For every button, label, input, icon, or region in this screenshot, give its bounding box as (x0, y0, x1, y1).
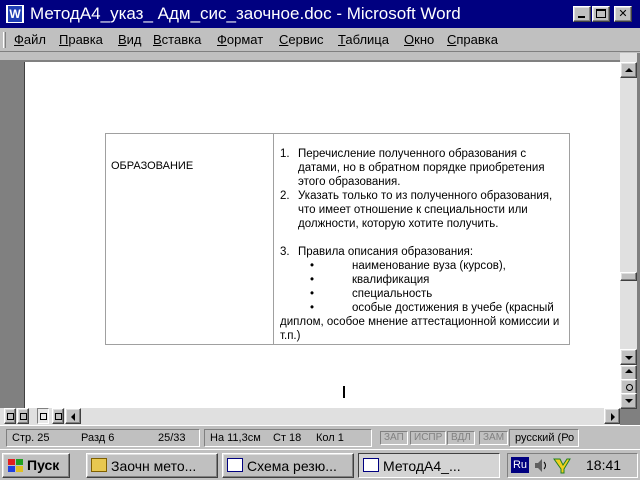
close-button[interactable]: ✕ (614, 6, 632, 22)
maximize-button[interactable] (592, 6, 610, 22)
browse-object-icon (626, 384, 633, 391)
web-view-button[interactable] (17, 408, 29, 424)
title-bar[interactable]: W МетодА4_указ_ Адм_сис_заочное.doc - Mi… (0, 0, 640, 28)
list-text: Указать только то из полученного образов… (298, 190, 553, 230)
status-page-panel[interactable]: Стр. 25 Разд 6 25/33 (6, 429, 200, 447)
arrow-up-icon (625, 68, 633, 72)
scroll-up-button[interactable] (620, 62, 637, 78)
scroll-down-button[interactable] (620, 349, 637, 365)
bullet-icon: • (310, 288, 315, 300)
status-at: На 11,3см (210, 432, 261, 444)
normal-view-icon (7, 413, 14, 420)
menu-grip[interactable] (3, 32, 6, 48)
windows-logo-icon (8, 459, 24, 473)
bullet-text: наименование вуза (курсов), (352, 260, 506, 272)
language-indicator[interactable]: Ru (511, 457, 529, 473)
document-page[interactable]: ОБРАЗОВАНИЕ 1. Перечисление полученного … (24, 62, 620, 409)
status-col: Кол 1 (316, 432, 344, 444)
system-tray: Ru 18:41 (507, 453, 638, 478)
status-position-panel[interactable]: На 11,3см Ст 18 Кол 1 (204, 429, 372, 447)
status-rec-indicator[interactable]: ЗАП (380, 431, 408, 445)
menu-help[interactable]: Справка (447, 32, 498, 48)
menu-view[interactable]: Вид (118, 32, 142, 48)
bullet-icon: • (310, 274, 315, 286)
outline-view-icon (55, 413, 62, 420)
top-margin-strip (0, 53, 620, 61)
bullet-icon: • (310, 302, 315, 314)
double-down-icon (625, 399, 633, 403)
document-table: ОБРАЗОВАНИЕ 1. Перечисление полученного … (105, 133, 570, 345)
bullet-text: специальность (352, 288, 433, 300)
bullet-text: особые достижения в учебе (красный (352, 302, 554, 314)
list-number: 3. (280, 246, 290, 258)
arrow-left-icon (71, 413, 75, 421)
status-ext-indicator[interactable]: ВДЛ (447, 431, 475, 445)
print-layout-icon (40, 413, 47, 420)
next-page-button[interactable] (620, 393, 637, 409)
task-label: Заочн мето... (111, 458, 197, 474)
mouse-text-cursor (343, 386, 345, 398)
status-bar: Стр. 25 Разд 6 25/33 На 11,3см Ст 18 Кол… (0, 425, 640, 449)
print-layout-button[interactable] (37, 408, 49, 424)
screen: W МетодА4_указ_ Адм_сис_заочное.doc - Mi… (0, 0, 640, 480)
outline-view-button[interactable] (52, 408, 64, 424)
maximize-icon (596, 9, 606, 18)
table-cell-right[interactable]: 1. Перечисление полученного образования … (275, 134, 569, 344)
status-section: Разд 6 (81, 432, 115, 444)
task-button-metod[interactable]: МетодА4_... (358, 453, 500, 478)
status-pages: 25/33 (158, 432, 186, 444)
folder-icon (91, 458, 107, 472)
horizontal-scrollbar[interactable] (0, 408, 620, 425)
clock[interactable]: 18:41 (586, 457, 621, 474)
minimize-button[interactable] (573, 6, 591, 22)
start-button[interactable]: Пуск (2, 453, 70, 478)
vertical-scroll-thumb[interactable] (620, 272, 637, 281)
section-label: ОБРАЗОВАНИЕ (111, 160, 194, 172)
scheduler-icon[interactable] (552, 457, 572, 474)
list-text: Перечисление полученного образования с д… (298, 148, 545, 188)
bullet-continuation: диплом, особое мнение аттестационной ком… (280, 316, 560, 342)
list-number: 2. (280, 190, 290, 202)
menu-edit[interactable]: Правка (59, 32, 103, 48)
start-label: Пуск (27, 457, 60, 473)
double-up-icon (625, 369, 633, 373)
status-line: Ст 18 (273, 432, 302, 444)
document-workspace: ОБРАЗОВАНИЕ 1. Перечисление полученного … (0, 53, 640, 425)
table-cell-left[interactable]: ОБРАЗОВАНИЕ (106, 134, 274, 344)
menu-bar: Файл Правка Вид Вставка Формат Сервис Та… (0, 28, 640, 52)
taskbar: Пуск Заочн мето... Схема резю... МетодА4… (0, 449, 640, 480)
task-button-folder[interactable]: Заочн мето... (86, 453, 218, 478)
status-page: Стр. 25 (12, 432, 50, 444)
close-icon: ✕ (618, 7, 628, 20)
list-number: 1. (280, 148, 290, 160)
menu-tools[interactable]: Сервис (279, 32, 324, 48)
normal-view-button[interactable] (4, 408, 16, 424)
menu-format[interactable]: Формат (217, 32, 263, 48)
menu-window[interactable]: Окно (404, 32, 434, 48)
scroll-right-button[interactable] (604, 408, 620, 424)
window-title: МетодА4_указ_ Адм_сис_заочное.doc - Micr… (30, 4, 461, 23)
status-ovr-indicator[interactable]: ЗАМ (479, 431, 509, 445)
speaker-icon[interactable] (534, 458, 548, 473)
status-track-indicator[interactable]: ИСПР (410, 431, 447, 445)
task-label: Схема резю... (247, 458, 337, 474)
word-doc-icon (227, 458, 243, 472)
arrow-down-icon (625, 356, 633, 360)
word-doc-icon (363, 458, 379, 472)
web-view-icon (20, 413, 27, 420)
list-text: Правила описания образования: (298, 246, 474, 258)
menu-table[interactable]: Таблица (338, 32, 389, 48)
menu-insert[interactable]: Вставка (153, 32, 201, 48)
task-button-resume[interactable]: Схема резю... (222, 453, 354, 478)
status-language[interactable]: русский (Ро (509, 429, 579, 447)
task-label: МетодА4_... (383, 458, 461, 474)
minimize-icon (578, 16, 585, 18)
vertical-scrollbar[interactable] (620, 53, 637, 409)
bullet-icon: • (310, 260, 315, 272)
arrow-right-icon (611, 413, 615, 421)
menu-file[interactable]: Файл (14, 32, 46, 48)
word-icon[interactable]: W (5, 4, 25, 24)
scroll-left-button[interactable] (65, 408, 81, 424)
bullet-text: квалификация (352, 274, 430, 286)
